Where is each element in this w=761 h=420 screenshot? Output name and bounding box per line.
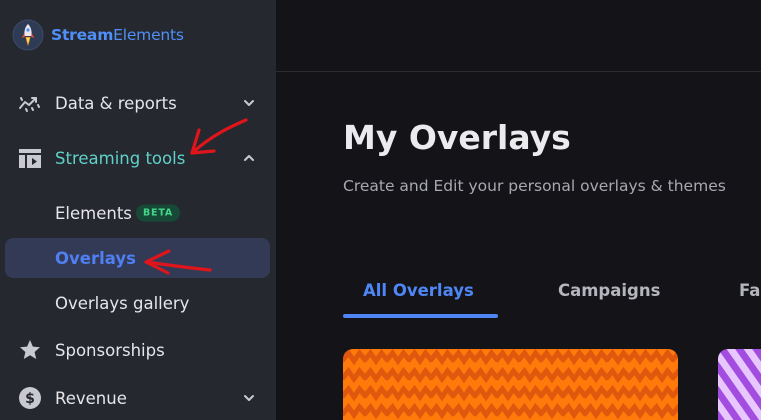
trend-chart-icon <box>19 97 40 112</box>
overlay-card[interactable] <box>718 349 761 420</box>
beta-badge: BETA <box>136 204 181 222</box>
tab-all-overlays[interactable]: All Overlays <box>363 281 474 300</box>
overlay-thumbnail <box>343 349 678 420</box>
brand-name: StreamElements <box>51 26 184 44</box>
page-title: My Overlays <box>343 118 571 157</box>
active-tab-indicator <box>343 314 498 318</box>
tab-favorites[interactable]: Fa <box>739 281 760 300</box>
brand-logo[interactable]: StreamElements <box>12 18 184 52</box>
star-icon <box>20 340 40 359</box>
sidebar-item-label: Data & reports <box>55 93 177 113</box>
sidebar-item-sponsorships[interactable]: Sponsorships <box>0 330 276 370</box>
sidebar-item-data-reports[interactable]: Data & reports <box>0 83 276 123</box>
sidebar: StreamElements Data & reports Streaming … <box>0 0 276 420</box>
page-subtitle: Create and Edit your personal overlays &… <box>343 177 726 195</box>
stream-panel-icon <box>19 149 41 168</box>
rocket-logo-icon <box>12 19 44 51</box>
chevron-down-icon <box>244 395 254 401</box>
sidebar-item-label: Revenue <box>55 388 127 408</box>
sidebar-subitem-elements[interactable]: Elements BETA <box>0 193 276 233</box>
brand-name-rest: Elements <box>113 26 184 44</box>
sidebar-subitem-overlays-gallery[interactable]: Overlays gallery <box>0 283 276 323</box>
sidebar-subitem-label: Overlays <box>55 248 136 268</box>
dollar-icon: $ <box>19 387 41 409</box>
sidebar-subitem-label: Elements <box>55 203 132 223</box>
top-bar <box>276 0 761 72</box>
svg-text:$: $ <box>25 391 35 407</box>
main-content: My Overlays Create and Edit your persona… <box>276 0 761 420</box>
sidebar-item-streaming-tools[interactable]: Streaming tools <box>0 138 276 178</box>
tab-campaigns[interactable]: Campaigns <box>558 281 660 300</box>
sidebar-item-label: Sponsorships <box>55 340 165 360</box>
sidebar-subitem-label: Overlays gallery <box>55 293 190 313</box>
chevron-down-icon <box>244 100 254 106</box>
sidebar-item-revenue[interactable]: $ Revenue <box>0 378 276 418</box>
overlay-card[interactable] <box>343 349 678 420</box>
brand-name-bold: Stream <box>51 26 114 44</box>
chevron-up-icon <box>244 155 254 161</box>
sidebar-subitem-overlays[interactable]: Overlays <box>5 238 270 278</box>
overlay-thumbnail <box>718 349 761 420</box>
sidebar-item-label: Streaming tools <box>55 148 186 168</box>
